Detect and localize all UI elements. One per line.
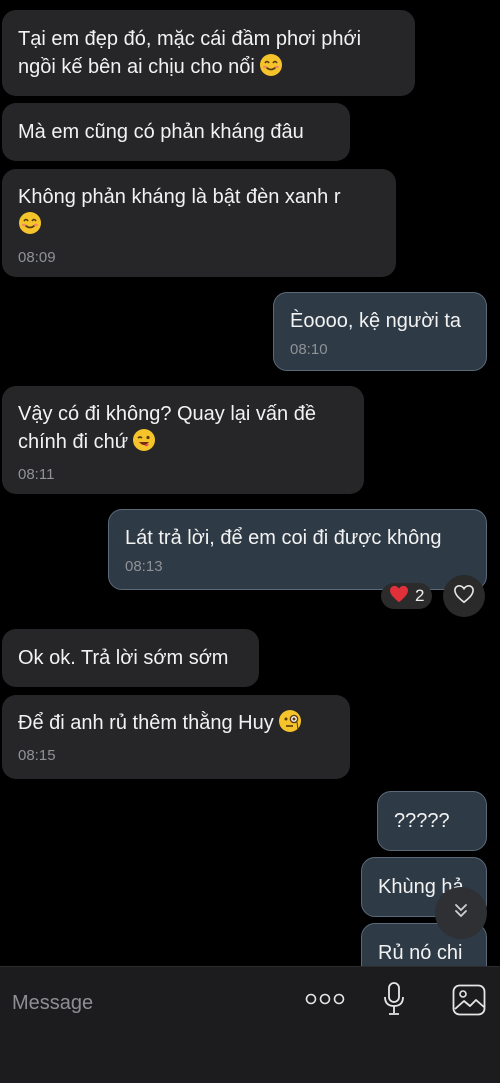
like-button[interactable]: [443, 575, 485, 617]
message-text: Không phản kháng là bật đèn xanh r: [18, 183, 380, 243]
voice-message-button[interactable]: [378, 981, 410, 1021]
message-timestamp: 08:09: [18, 249, 56, 266]
chevron-double-down-icon: [451, 901, 471, 926]
heart-outline-icon: [453, 584, 475, 609]
face-with-monocle-emoji-icon: [278, 709, 302, 741]
message-text: Để đi anh rủ thêm thằng Huy: [18, 709, 334, 741]
message-bubble-received[interactable]: Ok ok. Trả lời sớm sớm: [2, 629, 259, 687]
message-text: ?????: [394, 810, 450, 832]
message-bubble-sent[interactable]: ?????: [377, 791, 487, 851]
gallery-button[interactable]: [450, 984, 488, 1020]
message-timestamp: 08:10: [290, 341, 328, 358]
message-text: Èoooo, kệ người ta: [290, 310, 462, 332]
message-bubble-sent[interactable]: Èoooo, kệ người ta 08:10: [273, 292, 487, 371]
message-bubble-received[interactable]: Tại em đẹp đó, mặc cái đầm phơi phới ngồ…: [2, 10, 415, 96]
reaction-count: 2: [415, 586, 425, 605]
message-bubble-received[interactable]: Mà em cũng có phản kháng đâu: [2, 103, 350, 161]
message-bubble-received[interactable]: Vậy có đi không? Quay lại vấn đề chính đ…: [2, 386, 364, 494]
more-options-button[interactable]: [303, 989, 347, 1013]
message-bubble-sent[interactable]: Lát trả lời, để em coi đi được không 08:…: [108, 509, 487, 590]
smiling-face-emoji-icon: [259, 53, 283, 85]
message-text: Ok ok. Trả lời sớm sớm: [18, 647, 229, 669]
message-text: Lát trả lời, để em coi đi được không: [125, 527, 442, 549]
message-text: Vậy có đi không? Quay lại vấn đề chính đ…: [18, 400, 348, 460]
smiling-face-emoji-icon: [18, 211, 42, 243]
image-icon: [452, 984, 486, 1021]
message-input[interactable]: [10, 987, 294, 1019]
message-timestamp: 08:15: [18, 747, 56, 764]
scroll-to-bottom-button[interactable]: [435, 887, 487, 939]
message-text: Rủ nó chi: [378, 942, 463, 964]
winking-face-emoji-icon: [132, 428, 156, 460]
message-timestamp: 08:13: [125, 558, 163, 575]
message-bubble-received[interactable]: Không phản kháng là bật đèn xanh r 08:09: [2, 169, 396, 277]
message-text: Tại em đẹp đó, mặc cái đầm phơi phới ngồ…: [18, 25, 399, 85]
message-bubble-received[interactable]: Để đi anh rủ thêm thằng Huy 08:15: [2, 695, 350, 779]
reaction-chip[interactable]: 2: [381, 583, 433, 609]
heart-emoji-icon: [389, 585, 409, 608]
more-dots-icon: [305, 992, 345, 1010]
message-timestamp: 08:11: [18, 466, 55, 483]
microphone-icon: [383, 981, 405, 1021]
message-text: Mà em cũng có phản kháng đâu: [18, 121, 304, 143]
message-composer: [0, 966, 500, 1083]
